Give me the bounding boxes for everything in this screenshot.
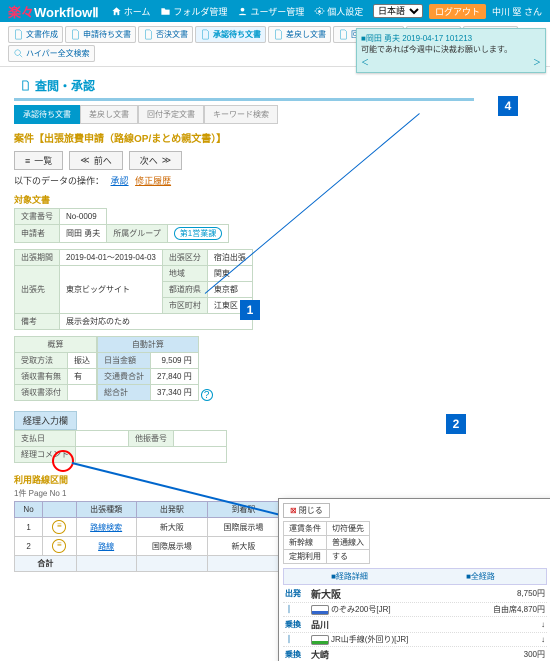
doc-icon	[13, 29, 24, 40]
doc-icon	[200, 29, 211, 40]
comment-body: 可能であれば今週中に決裁お願いします。	[361, 44, 541, 55]
next-button[interactable]: 次へ≫	[129, 151, 182, 170]
accounting-table: 支払日他振番号 経理コメント	[14, 430, 227, 463]
tool-pending-apply[interactable]: 申請待ち文書	[65, 26, 136, 43]
search-icon	[13, 48, 24, 59]
route-detail-tabs: ■経路詳細 ■全経路	[283, 568, 547, 585]
comment-next[interactable]: ＞	[533, 57, 541, 68]
calc-block: 概算 受取方法振込 領収書有無有 領収書添付 自動計算 日当金額9,509 円 …	[14, 336, 474, 401]
home-icon	[111, 6, 122, 17]
approve-link[interactable]: 承認	[111, 176, 129, 186]
comment-author: ■岡田 勇夫 2019-04-17 101213	[361, 33, 541, 44]
train-icon	[311, 605, 329, 615]
applicant: 岡田 勇夫	[60, 225, 107, 243]
logout-button[interactable]: ログアウト	[429, 4, 486, 19]
top-nav: ホーム フォルダ管理 ユーザー管理 個人設定	[111, 5, 364, 18]
doc-icon	[20, 80, 31, 91]
basic-info-table: 文書番号No-0009 申請者岡田 勇夫所属グループ第1営業課	[14, 208, 229, 243]
tab-pending-approve[interactable]: 承認待ち文書	[14, 105, 80, 124]
nav-folder[interactable]: フォルダ管理	[160, 5, 227, 18]
nav-user[interactable]: ユーザー管理	[237, 5, 304, 18]
user-icon	[237, 6, 248, 17]
tab-remand[interactable]: 差戻し文書	[80, 105, 138, 124]
doc-number: No-0009	[60, 209, 107, 225]
section-title: 査閲・承認	[14, 73, 474, 101]
trip-info-table: 出張期間2019-04-01～2019-04-03出張区分宿泊出張 出張先東京ビ…	[14, 249, 253, 330]
history-link[interactable]: 修正履歴	[135, 176, 171, 186]
badge-2: 2	[446, 414, 466, 434]
top-bar: 楽々WorkflowⅡ ホーム フォルダ管理 ユーザー管理 個人設定 日本語 ロ…	[0, 0, 550, 22]
tool-create[interactable]: 文書作成	[8, 26, 63, 43]
group-badge[interactable]: 第1営業課	[174, 227, 222, 240]
doc-icon	[70, 29, 81, 40]
doc-icon	[273, 29, 284, 40]
condition-table: 運賃条件切符優先 新幹線普通線入 定期利用する	[283, 521, 370, 564]
tab-scheduled[interactable]: 回付予定文書	[138, 105, 204, 124]
close-button[interactable]: ⊠閉じる	[283, 503, 330, 518]
list-icon: ≡	[25, 156, 30, 166]
list-button[interactable]: ≡一覧	[14, 151, 63, 170]
tab-route-detail[interactable]: ■経路詳細	[284, 569, 415, 584]
nav-settings[interactable]: 個人設定	[314, 5, 363, 18]
route-search-icon[interactable]: ≡	[52, 520, 66, 534]
folder-icon	[160, 6, 171, 17]
doc-icon	[143, 29, 154, 40]
doc-icon	[338, 29, 349, 40]
chevron-right-icon: ≫	[162, 155, 171, 166]
help-icon[interactable]: ?	[201, 389, 213, 401]
close-icon: ⊠	[290, 506, 297, 515]
highlight-circle	[52, 450, 74, 472]
tab-bar: 承認待ち文書 差戻し文書 回付予定文書 キーワード検索	[14, 105, 474, 124]
tool-rejected[interactable]: 否決文書	[138, 26, 193, 43]
operations-row: 以下のデータの操作： 承認 修正履歴	[14, 174, 474, 187]
accounting-header: 経理入力欄	[14, 411, 77, 430]
document-title: 案件【出張旅費申請（路線OP/まとめ親文書）】	[14, 130, 474, 145]
tab-keyword[interactable]: キーワード検索	[204, 105, 278, 124]
train-icon	[311, 635, 329, 645]
tool-pending-approve[interactable]: 承認待ち文書	[195, 26, 266, 43]
language-select[interactable]: 日本語	[373, 4, 423, 18]
route-detail-popup: ⊠閉じる 運賃条件切符優先 新幹線普通線入 定期利用する ■経路詳細 ■全経路 …	[278, 498, 550, 661]
tab-all-routes[interactable]: ■全経路	[415, 569, 546, 584]
target-doc-label: 対象文書	[14, 193, 474, 206]
tool-remand[interactable]: 差戻し文書	[268, 26, 331, 43]
nav-home[interactable]: ホーム	[111, 5, 151, 18]
badge-1: 1	[240, 300, 260, 320]
chevron-left-icon: ≪	[80, 155, 89, 166]
badge-4: 4	[498, 96, 518, 116]
gear-icon	[314, 6, 325, 17]
route-search-icon[interactable]: ≡	[52, 539, 66, 553]
current-user: 中川 堅 さん	[492, 5, 542, 18]
tool-search[interactable]: ハイパー全文検索	[8, 45, 95, 62]
prev-button[interactable]: ≪前へ	[69, 151, 122, 170]
comment-popup: ■岡田 勇夫 2019-04-17 101213 可能であれば今週中に決裁お願い…	[356, 28, 546, 73]
comment-prev[interactable]: ＜	[361, 57, 369, 68]
brand-logo: 楽々WorkflowⅡ	[8, 2, 99, 21]
